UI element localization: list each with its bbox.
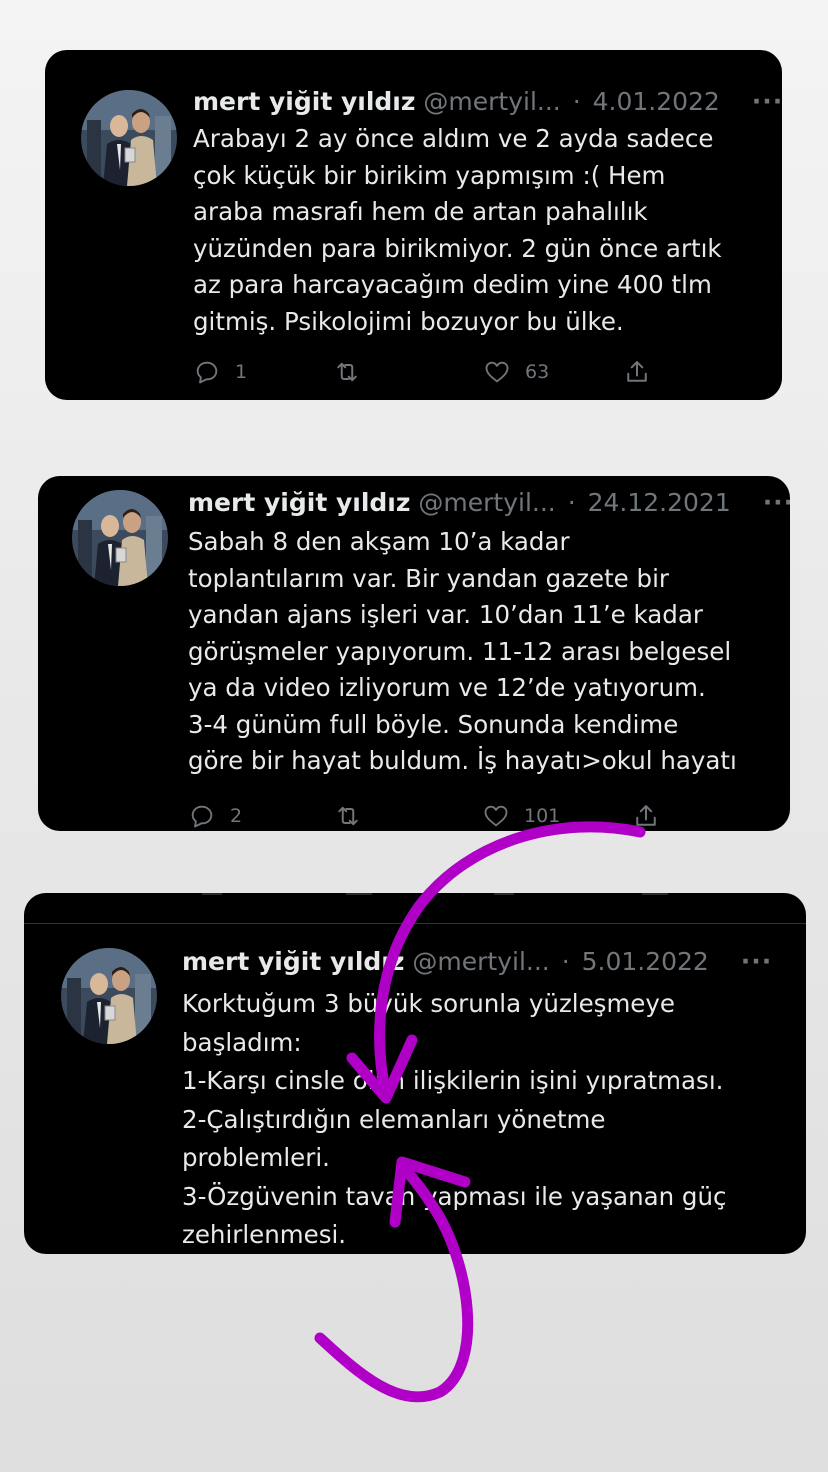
tweet-text-line: 2-Çalıştırdığın elemanları yönetme	[182, 1104, 606, 1134]
heart-icon	[485, 361, 509, 383]
tweet-date[interactable]: 4.01.2022	[593, 87, 720, 116]
retweet-button[interactable]	[334, 798, 362, 831]
tweet-text-line: başladım:	[182, 1027, 302, 1057]
separator-dot: ·	[561, 947, 570, 976]
tweet-header: mert yiğit yıldız @mertyil... · 24.12.20…	[188, 487, 790, 519]
retweet-icon	[337, 362, 357, 382]
heart-icon	[484, 805, 508, 827]
previous-tweet-actions-remnant	[202, 893, 668, 895]
tweet-actions: 2 101	[188, 798, 668, 831]
reply-icon	[191, 805, 213, 828]
tweet-text-line: yüzünden para birikmiyor. 2 gün önce art…	[193, 233, 722, 263]
profile-avatar[interactable]	[81, 90, 177, 186]
reply-count: 1	[235, 361, 248, 383]
tweet-text-line: görüşmeler yapıyorum. 11-12 arası belges…	[188, 636, 732, 666]
avatar-photo	[72, 490, 168, 586]
like-count: 101	[524, 805, 561, 827]
more-options-icon[interactable]: ···	[763, 488, 790, 517]
tweet-text-line: Arabayı 2 ay önce aldım ve 2 ayda sadece	[193, 124, 714, 153]
tweet-text: Arabayı 2 ay önce aldım ve 2 ayda sadece…	[193, 121, 722, 340]
tweet-text-line: araba masrafı hem de artan pahalılık	[193, 197, 648, 226]
tweet-date[interactable]: 24.12.2021	[588, 488, 731, 517]
tweet-date[interactable]: 5.01.2022	[582, 947, 709, 976]
separator-dot: ·	[572, 87, 581, 116]
author-name[interactable]: mert yiğit yıldız	[188, 488, 410, 517]
tweet-text-line: ya da video izliyorum ve 12’de yatıyorum…	[188, 673, 706, 702]
tweet-text-line: çok küçük bir birikim yapmışım :( Hem	[193, 160, 666, 190]
share-button[interactable]	[632, 798, 660, 831]
like-button[interactable]: 101	[482, 798, 560, 831]
tweet-text-line: az para harcayacağım dedim yine 400 tlm	[193, 270, 712, 299]
tweet-text-line: zehirlenmesi.	[182, 1220, 347, 1249]
tweet-card-2[interactable]: mert yiğit yıldız @mertyil... · 24.12.20…	[38, 476, 790, 831]
tweet-divider	[24, 923, 806, 924]
tweet-text: Sabah 8 den akşam 10’a kadar toplantılar…	[188, 524, 737, 780]
avatar-photo	[81, 90, 177, 186]
share-icon	[636, 805, 656, 826]
tweet-text-line: Sabah 8 den akşam 10’a kadar	[188, 527, 570, 556]
reply-button[interactable]: 2	[188, 798, 242, 831]
tweet-header: mert yiğit yıldız @mertyil... · 5.01.202…	[182, 946, 772, 978]
share-button[interactable]	[623, 354, 651, 390]
tweet-card-1[interactable]: mert yiğit yıldız @mertyil... · 4.01.202…	[45, 50, 782, 400]
profile-avatar[interactable]	[61, 948, 157, 1044]
author-handle[interactable]: @mertyil...	[412, 947, 549, 976]
avatar-photo	[61, 948, 157, 1044]
share-icon	[627, 361, 647, 382]
author-handle[interactable]: @mertyil...	[423, 87, 560, 116]
like-count: 63	[525, 361, 550, 383]
retweet-button[interactable]	[333, 354, 361, 390]
reply-count: 2	[230, 805, 243, 827]
profile-avatar[interactable]	[72, 490, 168, 586]
reply-button[interactable]: 1	[193, 354, 247, 390]
reply-icon	[196, 361, 218, 384]
more-options-icon[interactable]: ···	[752, 87, 782, 116]
author-name[interactable]: mert yiğit yıldız	[193, 87, 415, 116]
tweet-text-line: yandan ajans işleri var. 10’dan 11’e kad…	[188, 600, 703, 629]
tweet-text-line: 1-Karşı cinsle olan ilişkilerin işini yı…	[182, 1066, 724, 1095]
tweet-text-line: problemleri.	[182, 1143, 330, 1172]
tweet-card-3[interactable]: mert yiğit yıldız @mertyil... · 5.01.202…	[24, 893, 806, 1254]
like-button[interactable]: 63	[483, 354, 549, 390]
retweet-icon	[338, 806, 358, 826]
separator-dot: ·	[567, 488, 576, 517]
tweet-text-line: toplantılarım var. Bir yandan gazete bir	[188, 563, 669, 593]
tweet-actions: 1 63	[193, 354, 663, 390]
tweet-text-line: göre bir hayat buldum. İş hayatı>okul ha…	[188, 746, 737, 775]
tweet-header: mert yiğit yıldız @mertyil... · 4.01.202…	[193, 86, 782, 118]
tweet-text: Korktuğum 3 büyük sorunla yüzleşmeye baş…	[182, 985, 726, 1254]
more-options-icon[interactable]: ···	[741, 947, 773, 976]
tweet-text-line: 3-4 günüm full böyle. Sonunda kendime	[188, 709, 679, 739]
tweet-text-line: gitmiş. Psikolojimi bozuyor bu ülke.	[193, 306, 624, 336]
author-name[interactable]: mert yiğit yıldız	[182, 947, 404, 976]
tweet-text-line: 3-Özgüvenin tavan yapması ile yaşanan gü…	[182, 1181, 727, 1211]
tweet-text-line: Korktuğum 3 büyük sorunla yüzleşmeye	[182, 989, 675, 1018]
author-handle[interactable]: @mertyil...	[418, 488, 555, 517]
